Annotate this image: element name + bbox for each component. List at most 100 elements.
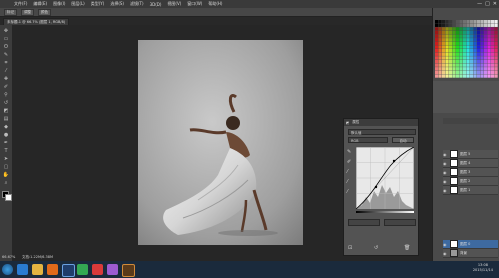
app-icon[interactable] [77, 264, 88, 275]
color-swatch[interactable] [484, 30, 488, 35]
color-swatch[interactable] [487, 70, 491, 75]
menu-select[interactable]: 选择(S) [110, 1, 124, 7]
color-swatch[interactable] [456, 56, 460, 60]
color-swatch[interactable] [491, 20, 495, 24]
color-swatch[interactable] [484, 23, 488, 27]
color-swatch[interactable] [470, 59, 474, 64]
layer-row[interactable]: ◉ 背景 [443, 249, 498, 258]
color-swatch[interactable] [463, 27, 467, 31]
hand-icon[interactable]: ✋ [2, 172, 10, 178]
marquee-icon[interactable]: ▭ [2, 36, 10, 42]
color-swatch[interactable] [445, 67, 449, 71]
color-swatch[interactable] [470, 67, 474, 71]
color-swatch[interactable] [452, 34, 456, 38]
color-swatch[interactable] [494, 70, 498, 75]
color-swatch[interactable] [473, 52, 477, 56]
color-swatch[interactable] [435, 30, 439, 35]
menu-window[interactable]: 窗口(W) [187, 1, 202, 7]
color-swatch[interactable] [459, 59, 463, 64]
color-swatch[interactable] [473, 30, 477, 35]
color-swatch[interactable] [435, 23, 439, 27]
eye-icon[interactable]: ◉ [443, 242, 448, 247]
color-swatch[interactable] [477, 56, 481, 60]
color-swatch[interactable] [463, 38, 467, 42]
color-swatch[interactable] [487, 52, 491, 56]
color-swatch[interactable] [445, 70, 449, 75]
zoom-level[interactable]: 66.67% [2, 255, 15, 259]
color-swatch[interactable] [477, 49, 481, 53]
color-swatch[interactable] [477, 27, 481, 31]
layer-row[interactable]: ◉ 图层 5 [443, 150, 498, 159]
color-swatch[interactable] [466, 20, 470, 24]
app-icon-3[interactable] [107, 264, 118, 275]
option-chip[interactable]: 颜色 [38, 8, 51, 16]
auto-button[interactable]: 自动 [392, 137, 414, 143]
color-swatch[interactable] [438, 38, 442, 42]
color-swatch[interactable] [438, 67, 442, 71]
color-swatch[interactable] [466, 63, 470, 67]
background-color-swatch[interactable] [5, 194, 12, 201]
color-swatch[interactable] [459, 74, 463, 78]
color-swatch[interactable] [456, 23, 460, 27]
color-swatch[interactable] [494, 74, 498, 78]
color-swatch[interactable] [487, 27, 491, 31]
color-swatch[interactable] [459, 52, 463, 56]
color-swatch[interactable] [445, 41, 449, 46]
color-swatch[interactable] [473, 41, 477, 46]
color-swatch[interactable] [445, 20, 449, 24]
color-swatch[interactable] [459, 23, 463, 27]
color-swatch[interactable] [449, 20, 453, 24]
color-swatch[interactable] [442, 34, 446, 38]
color-swatch[interactable] [456, 41, 460, 46]
color-swatch[interactable] [452, 70, 456, 75]
color-swatch[interactable] [477, 52, 481, 56]
color-swatch[interactable] [435, 38, 439, 42]
color-swatch[interactable] [487, 20, 491, 24]
color-swatch[interactable] [459, 30, 463, 35]
menu-layer[interactable]: 图层(L) [71, 1, 84, 7]
color-swatch[interactable] [477, 74, 481, 78]
color-swatch[interactable] [442, 59, 446, 64]
output-field[interactable] [384, 219, 416, 226]
trash-icon[interactable]: 🗑 [404, 245, 410, 251]
type-icon[interactable]: T [2, 148, 10, 154]
color-swatch[interactable] [456, 49, 460, 53]
color-swatch[interactable] [477, 59, 481, 64]
layer-row-selected[interactable]: ◉ 图层 0 [443, 240, 498, 249]
color-swatch[interactable] [491, 23, 495, 27]
color-swatch[interactable] [470, 38, 474, 42]
curves-graph[interactable] [356, 147, 414, 209]
shape-icon[interactable]: ▢ [2, 164, 10, 170]
color-swatch[interactable] [466, 67, 470, 71]
color-swatch[interactable] [494, 45, 498, 49]
color-swatch[interactable] [480, 34, 484, 38]
color-swatch[interactable] [449, 41, 453, 46]
color-swatch[interactable] [442, 67, 446, 71]
color-swatch[interactable] [480, 52, 484, 56]
eraser-icon[interactable]: ◩ [2, 108, 10, 114]
zoom-icon[interactable]: ⌕ [2, 180, 10, 186]
color-swatch[interactable] [491, 34, 495, 38]
layer-row[interactable]: ◉ 图层 2 [443, 177, 498, 186]
color-swatch[interactable] [445, 63, 449, 67]
color-swatch[interactable] [438, 34, 442, 38]
color-swatch[interactable] [452, 52, 456, 56]
blur-icon[interactable]: ◆ [2, 124, 10, 130]
color-swatch[interactable] [470, 56, 474, 60]
option-chip[interactable]: 标记 [4, 8, 17, 16]
color-swatch[interactable] [484, 27, 488, 31]
color-swatch[interactable] [477, 63, 481, 67]
color-swatch[interactable] [487, 49, 491, 53]
color-swatch[interactable] [491, 49, 495, 53]
color-swatch[interactable] [487, 74, 491, 78]
color-swatch[interactable] [449, 59, 453, 64]
eye-icon[interactable]: ◉ [443, 179, 448, 184]
color-swatch[interactable] [449, 49, 453, 53]
maximize-button[interactable]: □ [485, 1, 490, 7]
color-swatch[interactable] [466, 23, 470, 27]
color-swatch[interactable] [466, 52, 470, 56]
color-swatch[interactable] [487, 67, 491, 71]
color-swatch[interactable] [452, 27, 456, 31]
gradient-icon[interactable]: ▤ [2, 116, 10, 122]
color-swatch[interactable] [445, 38, 449, 42]
